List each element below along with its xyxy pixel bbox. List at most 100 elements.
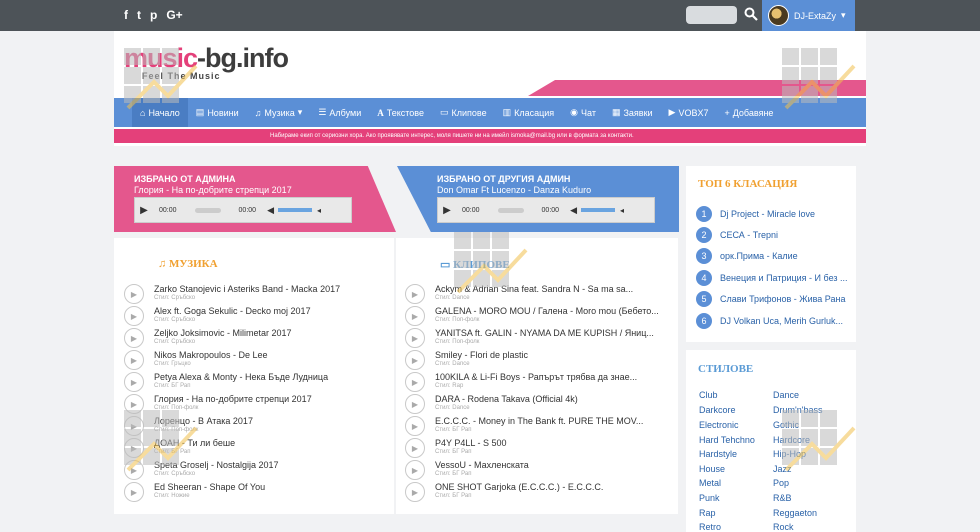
chart-item[interactable]: 1 Dj Project - Miracle love xyxy=(696,206,815,222)
nav-clips[interactable]: ▭ Клипове xyxy=(432,107,495,118)
site-logo[interactable]: music-bg.info xyxy=(124,43,289,74)
featured-admin-title: ИЗБРАНО ОТ АДМИНА xyxy=(134,174,236,184)
genre-link[interactable]: Retro xyxy=(699,522,721,532)
chart-item[interactable]: 6 DJ Volkan Uca, Merih Gurluk... xyxy=(696,313,843,329)
play-icon: ▶ xyxy=(124,306,144,326)
nav-albums[interactable]: ☰ Албуми xyxy=(310,107,369,118)
nav-chat[interactable]: ◉ Чат xyxy=(562,107,604,118)
google-plus-icon[interactable]: G+ xyxy=(166,8,182,22)
list-item[interactable]: ▶ Alex ft. Goga Sekulic - Decko moj 2017 С… xyxy=(124,306,311,328)
search-input[interactable] xyxy=(686,6,737,24)
nav-music[interactable]: ♫ Музика ▾ xyxy=(247,107,311,118)
chart-item[interactable]: 5 Слави Трифонов - Жива Рана xyxy=(696,291,845,307)
list-item[interactable]: ▶ Zeljko Joksimovic - Milimetar 2017 Стил:… xyxy=(124,328,292,350)
chevron-down-icon: ▾ xyxy=(297,107,303,117)
progress-bar[interactable] xyxy=(497,207,524,213)
top6-heading: ТОП 6 КЛАСАЦИЯ xyxy=(698,178,798,190)
list-item[interactable]: ▶ Petya Alexa & Monty - Нека Бъде Лудница… xyxy=(124,372,328,394)
list-item[interactable]: ▶ GALENA - MORO MOU / Галена - Moro mou (… xyxy=(405,306,659,328)
genre-link[interactable]: Dance xyxy=(773,390,799,400)
featured-admin: ИЗБРАНО ОТ АДМИНА Глория - На по-добрите… xyxy=(114,166,396,232)
list-item[interactable]: ▶ Speta Groselj - Nostalgija 2017 Стил: Ср… xyxy=(124,460,279,482)
facebook-icon[interactable]: f xyxy=(124,8,128,22)
list-icon: ☰ xyxy=(318,107,327,117)
play-icon: ▶ xyxy=(405,284,425,304)
genre-link[interactable]: House xyxy=(699,464,725,474)
list-item[interactable]: ▶ DARA - Rodena Takava (Official 4k) Стил:… xyxy=(405,394,578,416)
chart-icon: ▥ xyxy=(502,107,512,117)
genre-link[interactable]: Hip-Hop xyxy=(773,449,806,459)
chart-item[interactable]: 3 орк.Прима - Калие xyxy=(696,248,798,264)
list-item[interactable]: ▶ P4Y P4LL - S 500 Стил: БГ Рап xyxy=(405,438,507,460)
top6-panel: ТОП 6 КЛАСАЦИЯ 1 Dj Project - Miracle lov… xyxy=(686,166,856,342)
list-item[interactable]: ▶ YANITSA ft. GALIN - NYAMA DA ME KUPISH … xyxy=(405,328,654,350)
duration: 00:00 xyxy=(541,206,560,214)
genre-link[interactable]: Metal xyxy=(699,478,721,488)
genre-link[interactable]: Drum'n'bass xyxy=(773,405,822,415)
featured-admin-song: Глория - На по-добрите стрепци 2017 xyxy=(134,185,292,195)
play-icon: ▶ xyxy=(124,328,144,348)
play-icon: ▶ xyxy=(124,284,144,304)
chat-icon: ◉ xyxy=(570,107,579,117)
volume-slider[interactable] xyxy=(277,208,312,212)
genre-link[interactable]: Jazz xyxy=(773,464,792,474)
list-item[interactable]: ▶ Zarko Stanojevic i Asteriks Band - Mack… xyxy=(124,284,340,306)
genre-link[interactable]: Hard Tehchno xyxy=(699,435,755,445)
chart-item[interactable]: 2 СЕСА - Trepni xyxy=(696,227,778,243)
play-icon[interactable]: ▶ xyxy=(135,205,153,216)
chart-item[interactable]: 4 Венеция и Патриция - И без ... xyxy=(696,270,848,286)
genre-link[interactable]: Electronic xyxy=(699,420,739,430)
list-item[interactable]: ▶ Глория - На по-добрите стрепци 2017 Стил… xyxy=(124,394,312,416)
volume-icon[interactable]: ◀ xyxy=(267,205,274,216)
nav-requests[interactable]: ▦ Заявки xyxy=(604,107,661,118)
list-item[interactable]: ▶ Ed Sheeran - Shape Of You Стил: Ножие xyxy=(124,482,265,504)
play-icon: ▶ xyxy=(405,306,425,326)
home-icon: ⌂ xyxy=(140,107,146,118)
list-item[interactable]: ▶ ONE SHOT Garjoka (E.C.C.C.) - E.C.C.C. С… xyxy=(405,482,603,504)
current-time: 00:00 xyxy=(462,206,480,214)
search-icon[interactable] xyxy=(744,7,758,21)
play-icon[interactable]: ▶ xyxy=(438,205,456,216)
genre-link[interactable]: Rock xyxy=(773,522,794,532)
list-item[interactable]: ▶ 100KILA & Li-Fi Boys - Рапърът трябва д… xyxy=(405,372,637,394)
nav-add[interactable]: + Добавяне xyxy=(716,108,781,118)
nav-home[interactable]: ⌂ Начало xyxy=(132,98,188,127)
speaker-icon[interactable]: ◂ xyxy=(317,206,321,215)
pinterest-icon[interactable]: p xyxy=(150,8,157,22)
list-item[interactable]: ▶ Nikos Makropoulos - De Lee Стил: Гръцко xyxy=(124,350,268,372)
nav-vobx7[interactable]: ▶ VOBX7 xyxy=(661,107,717,118)
volume-icon[interactable]: ◀ xyxy=(570,205,577,216)
volume-slider[interactable] xyxy=(580,208,615,212)
genre-link[interactable]: Hardcore xyxy=(773,435,810,445)
progress-bar[interactable] xyxy=(194,207,221,213)
list-item[interactable]: ▶ Лоренцо - В Атака 2017 Стил: Поп-фолк xyxy=(124,416,253,438)
list-item[interactable]: ▶ VessoU - Махленската Стил: БГ Рап xyxy=(405,460,529,482)
social-links: f t p G+ xyxy=(124,8,183,22)
video-icon: ▭ xyxy=(439,107,449,117)
duration: 00:00 xyxy=(238,206,257,214)
genre-link[interactable]: Club xyxy=(699,390,718,400)
site-header: music-bg.info Feel The Music ⌂ Начало ▤ Но… xyxy=(114,31,866,146)
genre-link[interactable]: Reggaeton xyxy=(773,508,817,518)
nav-chart[interactable]: ▥ Класация xyxy=(495,107,563,118)
user-menu[interactable]: DJ-ExtaZy ▾ xyxy=(762,0,855,31)
genre-link[interactable]: Punk xyxy=(699,493,720,503)
speaker-icon[interactable]: ◂ xyxy=(620,206,624,215)
genre-link[interactable]: Gothic xyxy=(773,420,799,430)
nav-lyrics[interactable]: A Текстове xyxy=(369,108,432,118)
genre-link[interactable]: R&B xyxy=(773,493,792,503)
twitter-icon[interactable]: t xyxy=(137,8,141,22)
audio-player: ▶ 00:00 00:00 ◀ ◂ xyxy=(134,197,352,223)
list-item[interactable]: ▶ E.C.C.C. - Money in The Bank ft. PURE T… xyxy=(405,416,643,438)
clips-heading: ▭ КЛИПОВЕ xyxy=(440,259,510,271)
play-icon: ▶ xyxy=(405,394,425,414)
genre-link[interactable]: Rap xyxy=(699,508,716,518)
list-item[interactable]: ▶ Smiley - Flori de plastic Стил: Dance xyxy=(405,350,528,372)
list-item[interactable]: ▶ Ackym & Adrian Sina feat. Sandra N - Sa… xyxy=(405,284,633,306)
list-item[interactable]: ▶ ДОАН - Ти ли беше Стил: БГ Рап xyxy=(124,438,235,460)
play-icon: ▶ xyxy=(405,350,425,370)
genre-link[interactable]: Hardstyle xyxy=(699,449,737,459)
genre-link[interactable]: Darkcore xyxy=(699,405,736,415)
genre-link[interactable]: Pop xyxy=(773,478,789,488)
nav-news[interactable]: ▤ Новини xyxy=(188,107,247,118)
